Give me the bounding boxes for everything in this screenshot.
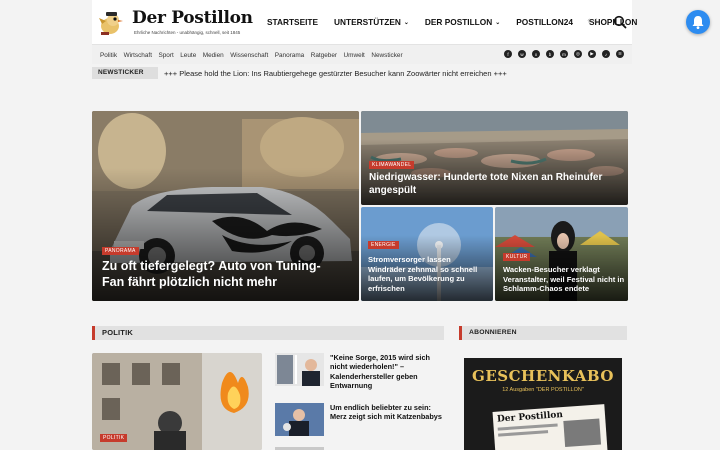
section-heading-abonnieren: ABONNIEREN [459,326,627,340]
article-title[interactable]: Zu oft tiefergelegt? Auto von Tuning-Fan… [102,258,342,291]
tiktok-icon[interactable]: ♪ [602,50,610,58]
chevron-down-icon: ⌄ [403,19,409,26]
youtube-icon[interactable]: ▶ [588,50,596,58]
hero-article-bottom-left[interactable]: ENERGIE Stromversorger lassen Windräder … [361,207,493,301]
article-title[interactable]: Um endlich beliebter zu sein: Merz zeigt… [330,403,448,422]
site-logo[interactable]: Der Postillon Ehrliche Nachrichten - una… [96,6,253,38]
politik-article-1[interactable]: "Keine Sorge, 2015 wird sich nicht wiede… [275,353,450,390]
bell-icon [692,16,704,29]
category-link-newsticker[interactable]: Newsticker [371,52,402,59]
promo-title: GESCHENKABO [472,367,614,385]
bluesky-icon[interactable]: b [546,50,554,58]
politik-article-2[interactable]: Um endlich beliebter zu sein: Merz zeigt… [275,403,450,439]
theme-toggle-icon[interactable]: ☀ ☾ [587,18,599,25]
category-link-sport[interactable]: Sport [158,52,173,59]
nav-item-startseite[interactable]: STARTSEITE [267,17,318,27]
postillon-mascot-icon [99,12,123,35]
search-icon[interactable] [612,14,628,30]
category-link-politik[interactable]: Politik [100,52,117,59]
article-title[interactable]: Wacken-Besucher verklagt Veranstalter, w… [503,265,625,294]
newsticker-label: NEWSTICKER [92,67,158,79]
nav-item-postillon24[interactable]: POSTILLON24 [516,17,573,27]
newspaper-stack-image: Der Postillon [492,404,608,450]
hero-article-bottom-right[interactable]: KULTUR Wacken-Besucher verklagt Veransta… [495,207,628,301]
article-thumbnail [275,403,324,436]
instagram-icon[interactable]: ◎ [574,50,582,58]
category-link-umwelt[interactable]: Umwelt [344,52,365,59]
hero-article-main[interactable]: PANORAMA Zu oft tiefergelegt? Auto von T… [92,111,359,301]
category-link-medien[interactable]: Medien [203,52,224,59]
article-title[interactable]: Niedrigwasser: Hunderte tote Nixen an Rh… [369,172,617,197]
brand-slogan: Ehrliche Nachrichten - unabhängig, schne… [134,30,241,35]
politik-lead-article[interactable]: POLITIK [92,353,262,450]
nav-item-der-postillon[interactable]: DER POSTILLON ⌄ [425,17,500,27]
notification-bell-button[interactable] [686,10,710,34]
section-heading-politik: POLITIK [92,326,444,340]
category-link-leute[interactable]: Leute [180,52,196,59]
mastodon-icon[interactable]: m [560,50,568,58]
geschenkabo-promo[interactable]: GESCHENKABO 12 Ausgaben "DER POSTILLON" … [464,358,622,450]
category-link-ratgeber[interactable]: Ratgeber [311,52,337,59]
facebook-icon[interactable]: f [504,50,512,58]
category-tag[interactable]: POLITIK [100,434,128,442]
brand-name: Der Postillon [132,8,253,28]
category-link-panorama[interactable]: Panorama [275,52,305,59]
newspaper-masthead: Der Postillon [496,410,564,425]
newsticker-text[interactable]: +++ Please hold the Lion: Ins Raubtierge… [164,69,507,78]
rss-icon[interactable]: ≋ [616,50,624,58]
category-tag[interactable]: ENERGIE [368,241,399,249]
article-title[interactable]: "Keine Sorge, 2015 wird sich nicht wiede… [330,353,448,390]
nav-item-unterstuetzen[interactable]: UNTERSTÜTZEN ⌄ [334,17,409,27]
whatsapp-icon[interactable]: w [518,50,526,58]
hero-article-top-right[interactable]: KLIMAWANDEL Niedrigwasser: Hunderte tote… [361,111,628,205]
category-tag[interactable]: KLIMAWANDEL [369,161,415,169]
article-thumbnail [275,353,324,386]
newsticker-bar: NEWSTICKER +++ Please hold the Lion: Ins… [92,67,632,79]
social-links: f w x b m ◎ ▶ ♪ ≋ [498,50,624,58]
category-tag[interactable]: PANORAMA [102,247,139,255]
category-link-wirtschaft[interactable]: Wirtschaft [124,52,152,59]
chevron-down-icon: ⌄ [495,19,501,26]
x-icon[interactable]: x [532,50,540,58]
category-link-wissenschaft[interactable]: Wissenschaft [230,52,268,59]
article-title[interactable]: Stromversorger lassen Windräder zehnmal … [368,255,488,294]
category-tag[interactable]: KULTUR [503,253,531,261]
category-navigation: Politik Wirtschaft Sport Leute Medien Wi… [92,44,632,64]
promo-subtitle: 12 Ausgaben "DER POSTILLON" [502,387,584,393]
